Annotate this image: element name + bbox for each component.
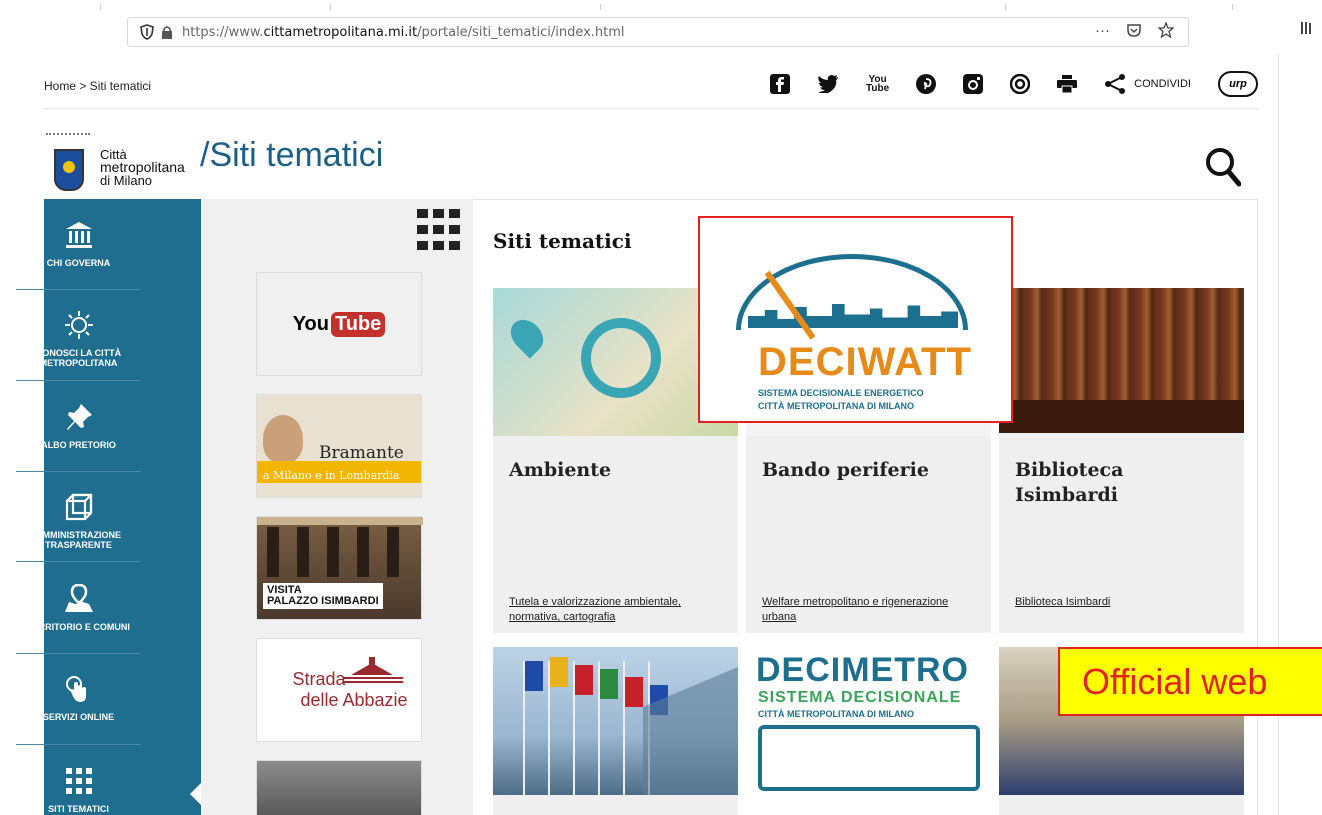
breadcrumb[interactable]: Home > Siti tematici: [44, 79, 151, 93]
abbey-icon: [343, 657, 403, 683]
bookmark-star-icon[interactable]: [1157, 21, 1175, 42]
map-pin-icon: [63, 582, 95, 616]
share-label: CONDIVIDI: [1134, 78, 1191, 90]
tab-strip: [0, 0, 1322, 10]
thumb-strada-abbazie[interactable]: Strada delle Abbazie: [256, 638, 422, 742]
facebook-icon[interactable]: [770, 72, 790, 96]
biblioteca-image: [999, 288, 1244, 433]
share-button[interactable]: CONDIVIDI: [1104, 74, 1191, 94]
thumb-bramante[interactable]: Bramante a Milano e in Lombardia: [256, 394, 422, 498]
page-title: /Siti tematici: [200, 136, 384, 174]
instagram-icon[interactable]: [963, 72, 984, 96]
address-bar[interactable]: https://www.cittametropolitana.mi.it/por…: [127, 17, 1189, 47]
urp-logo[interactable]: urp: [1218, 71, 1258, 97]
pinterest-icon[interactable]: [916, 72, 937, 96]
thumb-historic-photo[interactable]: [256, 760, 422, 815]
touch-icon: [64, 672, 94, 706]
brand-logo[interactable]: Città metropolitana di Milano: [44, 118, 185, 193]
sidebar-item-servizi-online[interactable]: SERVIZI ONLINE: [0, 672, 157, 722]
card-title: Biblioteca Isimbardi: [1015, 459, 1124, 506]
url-text[interactable]: https://www.cittametropolitana.mi.it/por…: [182, 25, 625, 40]
card-title: Bando periferie: [762, 459, 929, 481]
sidebar-item-conosci[interactable]: CONOSCI LA CITTÀ METROPOLITANA: [0, 308, 157, 368]
grid-icon: [65, 764, 92, 798]
pocket-icon[interactable]: [1126, 22, 1142, 42]
thumb-youtube[interactable]: You Tube: [256, 272, 422, 376]
annotation-banner: Official web: [1058, 647, 1322, 716]
card-decimetro[interactable]: DECIMETRO SISTEMA DECISIONALE CITTÀ METR…: [746, 647, 991, 815]
print-icon[interactable]: [1057, 72, 1078, 96]
card-link[interactable]: Welfare metropolitano e rigenerazione ur…: [762, 595, 984, 625]
sidebar-item-amministrazione[interactable]: AMMINISTRAZIONE TRASPARENTE: [0, 490, 157, 550]
share-icon: [1105, 74, 1126, 94]
sun-icon: [64, 308, 94, 342]
library-icon[interactable]: [1300, 20, 1312, 39]
card-link[interactable]: Tutela e valorizzazione ambientale, norm…: [509, 595, 731, 625]
browser-chrome: https://www.cittametropolitana.mi.it/por…: [0, 0, 1322, 52]
city-skyline-icon: [758, 725, 980, 791]
social-bar: You Tube CONDIVIDI urp: [770, 71, 1258, 97]
bank-icon: [64, 218, 94, 252]
crest-icon: [44, 123, 90, 193]
search-icon[interactable]: [1205, 147, 1242, 187]
card-title: Ambiente: [509, 459, 612, 481]
card-europa[interactable]: [493, 647, 738, 815]
lock-icon[interactable]: [158, 23, 176, 41]
page-topbar: Home > Siti tematici You Tube CONDIVIDI …: [44, 63, 1258, 109]
portrait-image: [263, 415, 303, 463]
section-title: Siti tematici: [493, 229, 632, 253]
active-indicator: [190, 783, 201, 805]
twitter-icon[interactable]: [817, 72, 839, 96]
thumb-visita-palazzo[interactable]: VISITA PALAZZO ISIMBARDI: [256, 516, 423, 620]
sidebar-item-albo-pretorio[interactable]: ALBO PRETORIO: [0, 400, 157, 450]
brand-text: Città metropolitana di Milano: [100, 147, 185, 188]
card-link[interactable]: Biblioteca Isimbardi: [1015, 595, 1237, 610]
deciwatt-title: DECIWATT: [758, 340, 972, 384]
cube-icon: [64, 490, 94, 524]
flags-image: [493, 647, 738, 795]
page-actions-icon[interactable]: ···: [1095, 22, 1110, 42]
grid-toggle-icon[interactable]: [417, 209, 461, 253]
pin-icon: [64, 400, 94, 434]
issuu-icon[interactable]: [1010, 72, 1031, 96]
card-biblioteca[interactable]: Biblioteca Isimbardi Biblioteca Isimbard…: [999, 288, 1244, 633]
deciwatt-popup[interactable]: DECIWATT SISTEMA DECISIONALE ENERGETICO …: [698, 216, 1013, 423]
sidebar-item-chi-governa[interactable]: CHI GOVERNA: [0, 218, 157, 268]
sidebar-item-territorio[interactable]: TERRITORIO E COMUNI: [0, 582, 157, 632]
sidebar-item-siti-tematici[interactable]: SITI TEMATICI: [0, 764, 157, 814]
youtube-icon[interactable]: You Tube: [866, 72, 889, 96]
tracking-shield-icon[interactable]: [138, 23, 156, 41]
